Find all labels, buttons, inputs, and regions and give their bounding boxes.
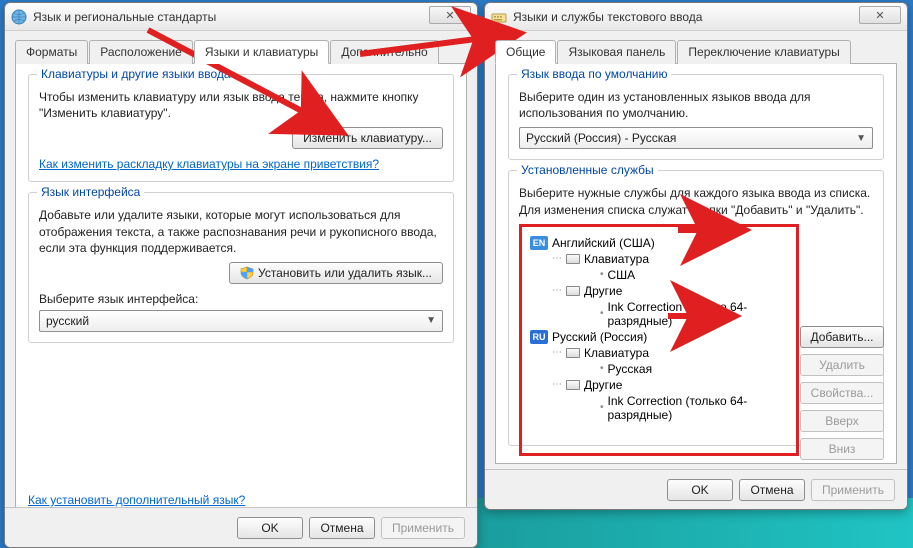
text-services-window: Языки и службы текстового ввода ✕ Общие …: [484, 2, 908, 510]
default-input-value: Русский (Россия) - Русская: [526, 131, 676, 145]
add-button[interactable]: Добавить...: [800, 326, 884, 348]
other-small-icon: [566, 380, 580, 390]
keyboard-small-icon: [566, 254, 580, 264]
tree-ru-other-header[interactable]: ⋯ Другие: [530, 377, 788, 393]
close-button-right[interactable]: ✕: [859, 6, 901, 24]
apply-button[interactable]: Применить: [381, 517, 465, 539]
tab-location[interactable]: Расположение: [89, 40, 193, 64]
ru-badge-icon: RU: [530, 330, 548, 344]
ok-button[interactable]: OK: [237, 517, 303, 539]
bullet-icon: •: [600, 269, 604, 280]
extra-lang-link[interactable]: Как установить дополнительный язык?: [28, 493, 245, 507]
default-input-dropdown[interactable]: Русский (Россия) - Русская ▼: [519, 127, 873, 149]
bullet-icon: •: [600, 402, 604, 413]
group-ui-legend: Язык интерфейса: [37, 185, 144, 199]
window-title: Язык и региональные стандарты: [33, 10, 216, 24]
group-keyboards-legend: Клавиатуры и другие языки ввода: [37, 67, 235, 81]
ui-language-value: русский: [46, 314, 89, 328]
keyboard-icon: [491, 9, 507, 25]
ui-language-select-label: Выберите язык интерфейса:: [39, 292, 443, 306]
group-services-text: Выберите нужные службы для каждого языка…: [519, 185, 873, 217]
tab-language-bar[interactable]: Языковая панель: [557, 40, 676, 64]
tabpanel-general: Язык ввода по умолчанию Выберите один из…: [495, 64, 897, 464]
titlebar-right[interactable]: Языки и службы текстового ввода ✕: [485, 3, 907, 31]
tab-general[interactable]: Общие: [495, 40, 556, 64]
install-remove-lang-label: Установить или удалить язык...: [258, 266, 432, 280]
tab-advanced[interactable]: Дополнительно: [330, 40, 438, 64]
bottom-bar-left: OK Отмена Применить: [5, 507, 477, 547]
group-keyboards: Клавиатуры и другие языки ввода Чтобы из…: [28, 74, 454, 182]
ui-language-dropdown[interactable]: русский ▼: [39, 310, 443, 332]
tabpanel-keyboards: Клавиатуры и другие языки ввода Чтобы из…: [15, 64, 467, 514]
tree-ru-other-item[interactable]: • Ink Correction (только 64-разрядные): [530, 393, 788, 423]
tabstrip-left: Форматы Расположение Языки и клавиатуры …: [15, 39, 467, 64]
chevron-down-icon: ▼: [856, 133, 866, 144]
tree-en-keyboard-header[interactable]: ⋯ Клавиатура: [530, 251, 788, 267]
chevron-down-icon: ▼: [426, 315, 436, 326]
welcome-keyboard-link[interactable]: Как изменить раскладку клавиатуры на экр…: [39, 157, 379, 171]
tree-lang-en-label: Английский (США): [552, 236, 655, 250]
close-icon: ✕: [875, 9, 884, 22]
properties-button[interactable]: Свойства...: [800, 382, 884, 404]
close-button[interactable]: ✕: [429, 6, 471, 24]
apply-button-right[interactable]: Применить: [811, 479, 895, 501]
tree-ru-keyboard-header[interactable]: ⋯ Клавиатура: [530, 345, 788, 361]
en-badge-icon: EN: [530, 236, 548, 250]
tree-lang-en[interactable]: EN Английский (США): [530, 235, 788, 251]
language-tree[interactable]: EN Английский (США) ⋯ Клавиатура • США ⋯…: [519, 224, 799, 456]
bullet-icon: •: [600, 363, 604, 374]
group-default-legend: Язык ввода по умолчанию: [517, 67, 671, 81]
close-icon: ✕: [445, 9, 454, 22]
keyboard-small-icon: [566, 348, 580, 358]
globe-icon: [11, 9, 27, 25]
region-language-window: Язык и региональные стандарты ✕ Форматы …: [4, 2, 478, 548]
down-button[interactable]: Вниз: [800, 438, 884, 460]
tree-ru-kb-item[interactable]: • Русская: [530, 361, 788, 377]
tabstrip-right: Общие Языковая панель Переключение клави…: [495, 39, 897, 64]
change-keyboard-button[interactable]: Изменить клавиатуру...: [292, 127, 443, 149]
tree-en-other-header[interactable]: ⋯ Другие: [530, 283, 788, 299]
tree-connector-icon: ⋯: [552, 347, 562, 358]
remove-button[interactable]: Удалить: [800, 354, 884, 376]
tree-connector-icon: ⋯: [552, 379, 562, 390]
group-ui-language: Язык интерфейса Добавьте или удалите язы…: [28, 192, 454, 343]
up-button[interactable]: Вверх: [800, 410, 884, 432]
bullet-icon: •: [600, 308, 604, 319]
cancel-button-right[interactable]: Отмена: [739, 479, 805, 501]
tab-switch-keyboard[interactable]: Переключение клавиатуры: [677, 40, 850, 64]
group-ui-text: Добавьте или удалите языки, которые могу…: [39, 207, 443, 256]
tab-formats[interactable]: Форматы: [15, 40, 88, 64]
other-small-icon: [566, 286, 580, 296]
tree-en-other-item[interactable]: • Ink Correction (только 64-разрядные): [530, 299, 788, 329]
ok-button-right[interactable]: OK: [667, 479, 733, 501]
tab-keyboards[interactable]: Языки и клавиатуры: [194, 40, 329, 64]
shield-icon: [240, 266, 254, 280]
cancel-button[interactable]: Отмена: [309, 517, 375, 539]
tree-side-buttons: Добавить... Удалить Свойства... Вверх Вн…: [800, 326, 884, 460]
group-default-text: Выберите один из установленных языков вв…: [519, 89, 873, 121]
tree-connector-icon: ⋯: [552, 253, 562, 264]
titlebar-left[interactable]: Язык и региональные стандарты ✕: [5, 3, 477, 31]
group-services-legend: Установленные службы: [517, 163, 658, 177]
tree-connector-icon: ⋯: [552, 285, 562, 296]
tree-lang-ru[interactable]: RU Русский (Россия): [530, 329, 788, 345]
install-remove-lang-button[interactable]: Установить или удалить язык...: [229, 262, 443, 284]
tree-en-kb-item[interactable]: • США: [530, 267, 788, 283]
group-default-input: Язык ввода по умолчанию Выберите один из…: [508, 74, 884, 160]
group-keyboards-text: Чтобы изменить клавиатуру или язык ввода…: [39, 89, 443, 121]
window-title-right: Языки и службы текстового ввода: [513, 10, 702, 24]
bottom-bar-right: OK Отмена Применить: [485, 469, 907, 509]
tree-lang-ru-label: Русский (Россия): [552, 330, 647, 344]
